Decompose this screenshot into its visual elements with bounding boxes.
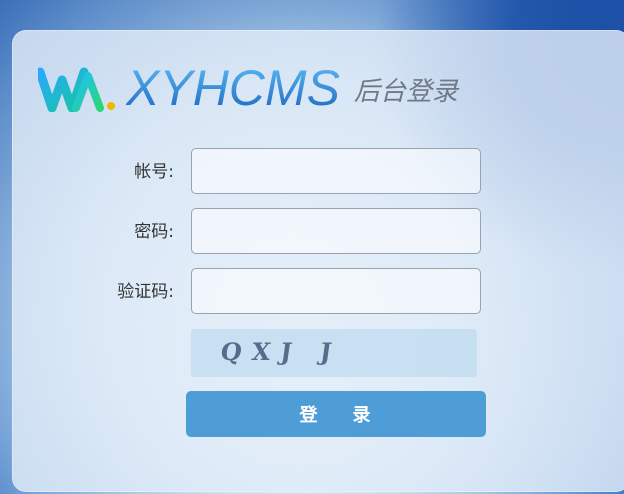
captcha-label: 验证码: bbox=[117, 282, 174, 302]
page-subtitle: 后台登录 bbox=[353, 77, 458, 107]
logo-text: XYHCMS bbox=[126, 60, 340, 116]
password-label: 密码: bbox=[134, 222, 174, 242]
password-row: 密码: bbox=[100, 208, 484, 256]
captcha-image[interactable]: QXJ J bbox=[191, 329, 477, 377]
username-input[interactable] bbox=[191, 148, 481, 194]
captcha-image-text: QXJ J bbox=[218, 337, 344, 366]
brand-logo: XYHCMS 后台登录 bbox=[38, 58, 458, 116]
login-button[interactable]: 登 录 bbox=[186, 391, 486, 437]
password-input[interactable] bbox=[191, 208, 481, 254]
xyhcms-logo-icon bbox=[38, 67, 115, 112]
username-label: 帐号: bbox=[134, 162, 174, 182]
captcha-row: 验证码: bbox=[100, 268, 484, 316]
username-row: 帐号: bbox=[100, 148, 484, 196]
captcha-input[interactable] bbox=[191, 268, 481, 314]
